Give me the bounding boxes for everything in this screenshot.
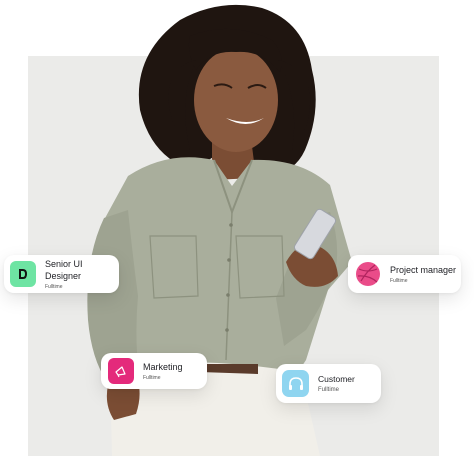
shirt-button [227, 258, 231, 262]
card-title: Senior UI Designer [45, 258, 83, 281]
designer-icon-box [10, 261, 36, 287]
card-subtitle: Fulltime [143, 374, 161, 381]
job-card-project-manager[interactable]: Project manager Fulltime [348, 255, 461, 293]
headset-icon [288, 376, 303, 390]
shirt-button [229, 223, 233, 227]
dribbble-ball-icon [356, 262, 380, 286]
project-manager-icon-box [355, 261, 381, 287]
dribbble-d-icon [19, 269, 27, 279]
megaphone-icon [115, 366, 126, 378]
job-card-marketing[interactable]: Marketing Fulltime [101, 353, 207, 389]
woman-with-phone-photo [87, 4, 352, 456]
marketing-icon-box [108, 358, 134, 384]
card-subtitle: Fulltime [45, 283, 63, 290]
card-title: Marketing [143, 361, 183, 372]
shirt-button [225, 328, 229, 332]
shirt-button [226, 293, 230, 297]
face [194, 48, 278, 152]
customer-icon-box [282, 370, 309, 397]
job-card-senior-ui-designer[interactable]: Senior UI Designer Fulltime [4, 255, 119, 293]
card-subtitle: Fulltime [390, 277, 408, 284]
card-title: Customer [318, 374, 355, 384]
card-subtitle: Fulltime [318, 387, 340, 393]
job-card-customer[interactable]: Customer Fulltime [276, 364, 381, 403]
card-title: Project manager [390, 264, 457, 275]
